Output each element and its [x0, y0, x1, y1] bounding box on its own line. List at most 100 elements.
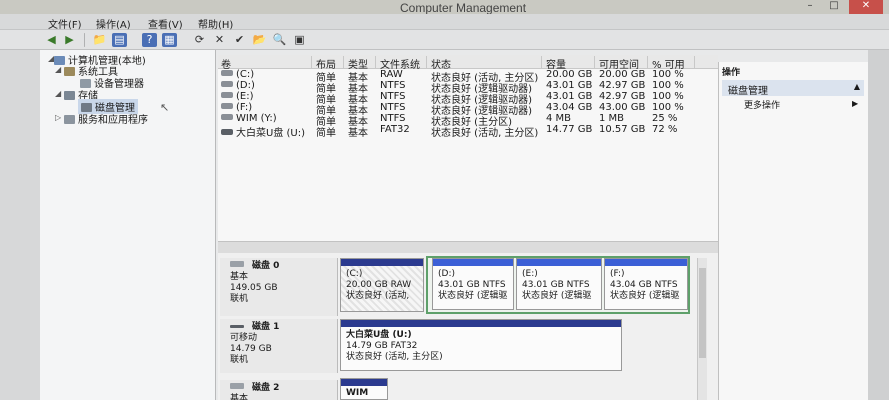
usb-drive-icon — [221, 129, 233, 135]
partition-label: (C:) — [346, 269, 363, 279]
column-header-status[interactable]: 状态 — [428, 56, 542, 71]
column-header-volume[interactable]: 卷 — [218, 56, 312, 71]
type-cell: 基本 — [348, 128, 368, 139]
right-background-strip — [868, 50, 889, 400]
volume-name: (F:) — [236, 102, 253, 113]
maximize-button[interactable]: □ — [823, 0, 845, 14]
volume-name: (D:) — [236, 80, 255, 91]
percent-free-cell: 100 % — [652, 102, 684, 113]
partition-f[interactable]: (F:) 43.04 GB NTFS 状态良好 (逻辑驱 — [604, 258, 688, 310]
column-header-layout[interactable]: 布局 — [313, 56, 344, 71]
column-header-type[interactable]: 类型 — [345, 56, 376, 71]
table-row[interactable]: (F:) 简单 基本 NTFS 状态良好 (逻辑驱动器) 43.04 GB 43… — [218, 102, 718, 117]
more-actions-link[interactable]: 更多操作 — [744, 98, 780, 111]
close-button[interactable]: ✕ — [849, 0, 883, 14]
menu-help[interactable]: 帮助(H) — [198, 16, 233, 31]
partition-label: 大白菜U盘 (U:) — [346, 330, 412, 340]
partition-u[interactable]: 大白菜U盘 (U:) 14.79 GB FAT32 状态良好 (活动, 主分区) — [340, 319, 622, 371]
table-row[interactable]: (D:) 简单 基本 NTFS 状态良好 (逻辑驱动器) 43.01 GB 42… — [218, 80, 718, 95]
collapse-arrow-icon[interactable]: ▷ — [55, 113, 61, 122]
disk-size: 149.05 GB — [230, 283, 278, 293]
disk-view-vertical-scrollbar[interactable] — [697, 258, 707, 400]
delete-icon[interactable]: ✕ — [212, 33, 227, 47]
refresh-icon[interactable]: ⟳ — [192, 33, 207, 47]
collapse-up-icon[interactable]: ▲ — [854, 82, 860, 91]
services-icon — [64, 115, 75, 124]
open-folder-icon[interactable]: 📂 — [252, 33, 267, 47]
show-hide-tree-icon[interactable]: ▤ — [112, 33, 127, 47]
partition-size: 43.01 GB NTFS — [522, 280, 590, 290]
column-header-free-space[interactable]: 可用空间 — [596, 56, 648, 71]
disk-size: 14.79 GB — [230, 344, 272, 354]
capacity-cell: 20.00 GB — [546, 69, 593, 80]
table-row[interactable]: (E:) 简单 基本 NTFS 状态良好 (逻辑驱动器) 43.01 GB 42… — [218, 91, 718, 106]
chevron-right-icon[interactable]: ▶ — [852, 99, 858, 108]
actions-section-label: 磁盘管理 — [728, 86, 768, 97]
drive-icon — [221, 70, 233, 76]
table-row[interactable]: 大白菜U盘 (U:) 简单 基本 FAT32 状态良好 (活动, 主分区) 14… — [218, 124, 718, 139]
volume-cell: (C:) — [221, 69, 254, 80]
minimize-button[interactable]: – — [799, 0, 821, 14]
volume-list-horizontal-scrollbar[interactable] — [218, 241, 718, 253]
logical-drive-bar — [433, 259, 513, 266]
column-header-capacity[interactable]: 容量 — [543, 56, 595, 71]
partition-d[interactable]: (D:) 43.01 GB NTFS 状态良好 (逻辑驱 — [432, 258, 514, 310]
partition-size: 43.01 GB NTFS — [438, 280, 506, 290]
menu-file[interactable]: 文件(F) — [48, 16, 82, 31]
disk-name: 磁盘 0 — [252, 261, 280, 271]
left-background-strip — [0, 50, 40, 400]
partition-size: 43.04 GB NTFS — [610, 280, 678, 290]
menu-view[interactable]: 查看(V) — [148, 16, 183, 31]
volume-name: WIM (Y:) — [236, 113, 277, 124]
back-arrow-icon[interactable]: ◀ — [44, 33, 59, 47]
disk-properties-icon[interactable]: ▣ — [292, 33, 307, 47]
capacity-cell: 43.04 GB — [546, 102, 593, 113]
more-actions-label: 更多操作 — [744, 101, 781, 111]
partition-wim[interactable]: WIM — [340, 378, 388, 400]
help-icon[interactable]: ? — [142, 33, 157, 47]
table-row[interactable]: (C:) 简单 基本 RAW 状态良好 (活动, 主分区) 20.00 GB 2… — [218, 69, 718, 84]
expand-arrow-icon[interactable]: ◢ — [55, 89, 61, 98]
percent-free-cell: 72 % — [652, 124, 678, 135]
disk-icon — [230, 383, 244, 389]
disk-2-label[interactable]: 磁盘 2 基本 — [220, 380, 338, 400]
volume-name: 大白菜U盘 (U:) — [236, 128, 305, 139]
expand-arrow-icon[interactable]: ◢ — [55, 65, 61, 74]
free-space-cell: 1 MB — [599, 113, 625, 124]
disk-1-label[interactable]: 磁盘 1 可移动 14.79 GB 联机 — [220, 319, 338, 373]
filesystem-cell: RAW — [380, 69, 403, 80]
partition-e[interactable]: (E:) 43.01 GB NTFS 状态良好 (逻辑驱 — [516, 258, 602, 310]
properties-icon[interactable]: ▦ — [162, 33, 177, 47]
disk-0-label[interactable]: 磁盘 0 基本 149.05 GB 联机 — [220, 258, 338, 316]
logical-drive-bar — [517, 259, 601, 266]
forward-arrow-icon[interactable]: ▶ — [62, 33, 77, 47]
scrollbar-thumb[interactable] — [699, 268, 706, 358]
column-header-filesystem[interactable]: 文件系统 — [377, 56, 427, 71]
partition-status: 状态良好 (逻辑驱 — [522, 291, 592, 301]
toolbar: ◀ ▶ 📁 ▤ ? ▦ ⟳ ✕ ✔ 📂 🔍 ▣ — [0, 30, 889, 50]
volume-name: (E:) — [236, 91, 254, 102]
partition-status: 状态良好 (逻辑驱 — [610, 291, 680, 301]
capacity-cell: 4 MB — [546, 113, 572, 124]
partition-c[interactable]: (C:) 20.00 GB RAW 状态良好 (活动, — [340, 258, 424, 312]
table-row[interactable]: WIM (Y:) 简单 基本 NTFS 状态良好 (主分区) 4 MB 1 MB… — [218, 113, 718, 128]
toolbar-separator — [84, 33, 85, 47]
tools-icon — [64, 67, 75, 76]
drive-icon — [221, 81, 233, 87]
tree-item-services-apps[interactable]: 服务和应用程序 — [64, 111, 148, 126]
column-header-percent-free[interactable]: % 可用 — [649, 56, 695, 71]
partition-label: (F:) — [610, 269, 625, 279]
partition-status: 状态良好 (活动, 主分区) — [346, 352, 443, 362]
free-space-cell: 42.97 GB — [599, 91, 646, 102]
up-folder-icon[interactable]: 📁 — [92, 33, 107, 47]
actions-section-disk-management[interactable]: 磁盘管理 ▲ — [722, 80, 864, 97]
disk-status: 联机 — [230, 294, 249, 304]
capacity-cell: 43.01 GB — [546, 80, 593, 91]
tree-label: 设备管理器 — [94, 79, 144, 90]
primary-partition-bar — [341, 379, 387, 386]
search-icon[interactable]: 🔍 — [272, 33, 287, 47]
drive-icon — [221, 114, 233, 120]
volume-cell: (E:) — [221, 91, 254, 102]
check-icon[interactable]: ✔ — [232, 33, 247, 47]
menu-action[interactable]: 操作(A) — [96, 16, 131, 31]
